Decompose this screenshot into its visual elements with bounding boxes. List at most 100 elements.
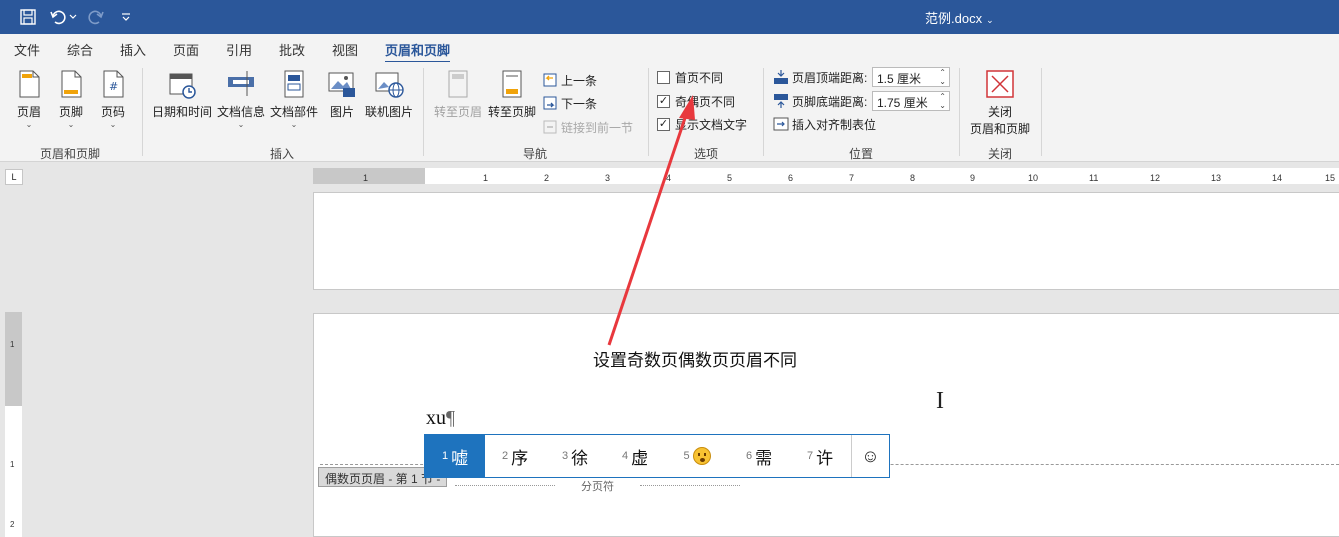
footer-bottom-distance-value[interactable]: 1.75 厘米 xyxy=(877,96,928,110)
horizontal-ruler[interactable]: 1 1 2 3 4 5 6 7 8 9 10 11 12 13 14 15 xyxy=(313,168,1339,184)
ime-candidate-number: 3 xyxy=(561,450,569,462)
alignment-tab-icon xyxy=(773,116,789,132)
group-label-header-footer: 页眉和页脚 xyxy=(39,147,100,161)
header-button-label: 页眉 xyxy=(16,105,41,119)
ime-emoji-button[interactable]: ☺ xyxy=(851,435,889,477)
document-info-button-label: 文档信息 xyxy=(216,105,265,119)
undo-icon[interactable] xyxy=(48,7,68,27)
ime-candidate[interactable]: 2序 xyxy=(485,435,545,477)
first-page-different-checkbox[interactable]: 首页不同 xyxy=(657,67,723,87)
odd-even-different-label: 奇偶页不同 xyxy=(675,94,736,109)
document-parts-icon xyxy=(278,68,310,100)
ime-candidate-number: 6 xyxy=(745,450,753,462)
ime-candidate[interactable]: 6需 xyxy=(729,435,789,477)
tab-file[interactable]: 文件 xyxy=(14,40,40,59)
header-top-distance-spinner[interactable]: 1.5 厘米 ⌃ ⌄ xyxy=(872,67,950,87)
goto-footer-label: 转至页脚 xyxy=(487,105,536,119)
tab-review[interactable]: 批改 xyxy=(279,40,305,59)
ruler-tick: 13 xyxy=(1211,173,1222,183)
chevron-down-icon: ⌄ xyxy=(67,120,75,129)
header-top-distance-label-row: 页眉顶端距离: xyxy=(773,67,867,87)
spinner-arrows-icon[interactable]: ⌃ ⌄ xyxy=(939,68,946,86)
chevron-down-icon: ⌄ xyxy=(237,120,245,129)
paragraph-mark: ¶ xyxy=(446,407,456,429)
tab-page[interactable]: 页面 xyxy=(173,40,199,59)
ruler-left-margin xyxy=(313,168,425,184)
document-parts-button[interactable]: 文档部件 ⌄ xyxy=(269,68,319,130)
ime-candidate[interactable]: 4虚 xyxy=(605,435,665,477)
document-page-previous[interactable] xyxy=(313,192,1339,290)
page-number-button-label: 页码 xyxy=(100,105,125,119)
ime-candidate-text: 虚 xyxy=(631,448,649,468)
goto-header-button[interactable]: 转至页眉 xyxy=(432,68,484,120)
ime-candidate[interactable]: 5 xyxy=(665,435,729,477)
goto-header-label: 转至页眉 xyxy=(433,105,482,119)
ruler-tick: 15 xyxy=(1325,173,1336,183)
ruler-tick: 1 xyxy=(10,460,15,469)
picture-icon xyxy=(326,68,358,100)
group-label-close: 关闭 xyxy=(987,147,1012,161)
previous-button[interactable]: 上一条 xyxy=(542,70,597,90)
header-typed-text[interactable]: xu xyxy=(426,407,446,429)
ruler-tick: 6 xyxy=(788,173,794,183)
checkmark-icon: ✓ xyxy=(657,94,670,108)
ime-candidate[interactable]: 1嘘 xyxy=(425,435,485,477)
tab-general[interactable]: 综合 xyxy=(67,40,93,59)
page-number-icon: # xyxy=(97,68,129,100)
header-top-distance-label: 页眉顶端距离: xyxy=(792,70,868,85)
goto-footer-button[interactable]: 转至页脚 xyxy=(486,68,538,120)
save-icon[interactable] xyxy=(18,7,38,27)
tab-references[interactable]: 引用 xyxy=(226,40,252,59)
ruler-tick: 9 xyxy=(970,173,976,183)
close-icon xyxy=(984,68,1016,100)
ruler-area: L 1 1 2 3 4 5 6 7 8 9 10 11 12 13 14 15 xyxy=(0,163,1339,188)
chevron-down-icon: ⌄ xyxy=(290,120,298,129)
ruler-tick: 4 xyxy=(666,173,672,183)
vertical-ruler[interactable]: 1 1 2 xyxy=(5,312,22,537)
date-time-button[interactable]: 日期和时间 xyxy=(151,68,213,120)
redo-icon[interactable] xyxy=(86,7,106,27)
next-button[interactable]: 下一条 xyxy=(542,93,597,113)
picture-button-label: 图片 xyxy=(329,105,354,119)
footer-bottom-distance-spinner[interactable]: 1.75 厘米 ⌃ ⌄ xyxy=(872,91,950,111)
show-document-text-checkbox[interactable]: ✓ 显示文档文字 xyxy=(657,114,747,134)
svg-text:#: # xyxy=(109,80,118,93)
insert-alignment-tab-button[interactable]: 插入对齐制表位 xyxy=(773,114,876,134)
vertical-ruler-text-area xyxy=(5,406,22,537)
tab-insert[interactable]: 插入 xyxy=(120,40,146,59)
checkmark-icon: ✓ xyxy=(657,117,670,131)
ime-candidate[interactable]: 7许 xyxy=(789,435,851,477)
ruler-tick: 3 xyxy=(605,173,611,183)
undo-dropdown-icon[interactable] xyxy=(68,7,78,27)
header-content[interactable]: xu¶ xyxy=(426,407,455,430)
link-to-previous-button[interactable]: 链接到前一节 xyxy=(542,117,633,137)
customize-quick-access-icon[interactable] xyxy=(116,7,136,27)
document-info-button[interactable]: 文档信息 ⌄ xyxy=(216,68,266,130)
page-break-marker: 分页符 xyxy=(455,478,740,494)
annotation-callout-text: 设置奇数页偶数页页眉不同 xyxy=(593,351,797,370)
online-picture-icon xyxy=(373,68,405,100)
title-caret: ⌄ xyxy=(986,15,994,25)
group-label-navigation: 导航 xyxy=(522,147,547,161)
document-title[interactable]: 范例.docx ⌄ xyxy=(925,8,994,27)
tab-header-footer[interactable]: 页眉和页脚 xyxy=(385,40,451,64)
online-picture-button[interactable]: 联机图片 xyxy=(364,68,414,120)
header-button[interactable]: 页眉 ⌄ xyxy=(12,68,46,130)
picture-button[interactable]: 图片 xyxy=(326,68,358,120)
ruler-tick: 1 xyxy=(10,340,15,349)
ime-candidate-number: 4 xyxy=(621,450,629,462)
odd-even-different-checkbox[interactable]: ✓ 奇偶页不同 xyxy=(657,91,735,111)
spinner-arrows-icon[interactable]: ⌃ ⌄ xyxy=(939,92,946,110)
tab-view[interactable]: 视图 xyxy=(332,40,358,59)
tab-selector[interactable]: L xyxy=(5,169,23,185)
document-page-current[interactable] xyxy=(313,313,1339,537)
ribbon-tabs: 文件 综合 插入 页面 引用 批改 视图 页眉和页脚 xyxy=(0,34,1339,64)
page-number-button[interactable]: # 页码 ⌄ xyxy=(96,68,130,130)
online-picture-button-label: 联机图片 xyxy=(364,105,413,119)
close-header-footer-button[interactable]: 关闭 页眉和页脚 xyxy=(967,68,1033,137)
footer-button[interactable]: 页脚 ⌄ xyxy=(54,68,88,130)
ime-candidate[interactable]: 3徐 xyxy=(545,435,605,477)
group-divider xyxy=(648,68,649,156)
header-top-distance-value[interactable]: 1.5 厘米 xyxy=(877,72,921,86)
title-bar: 范例.docx ⌄ xyxy=(0,0,1339,34)
